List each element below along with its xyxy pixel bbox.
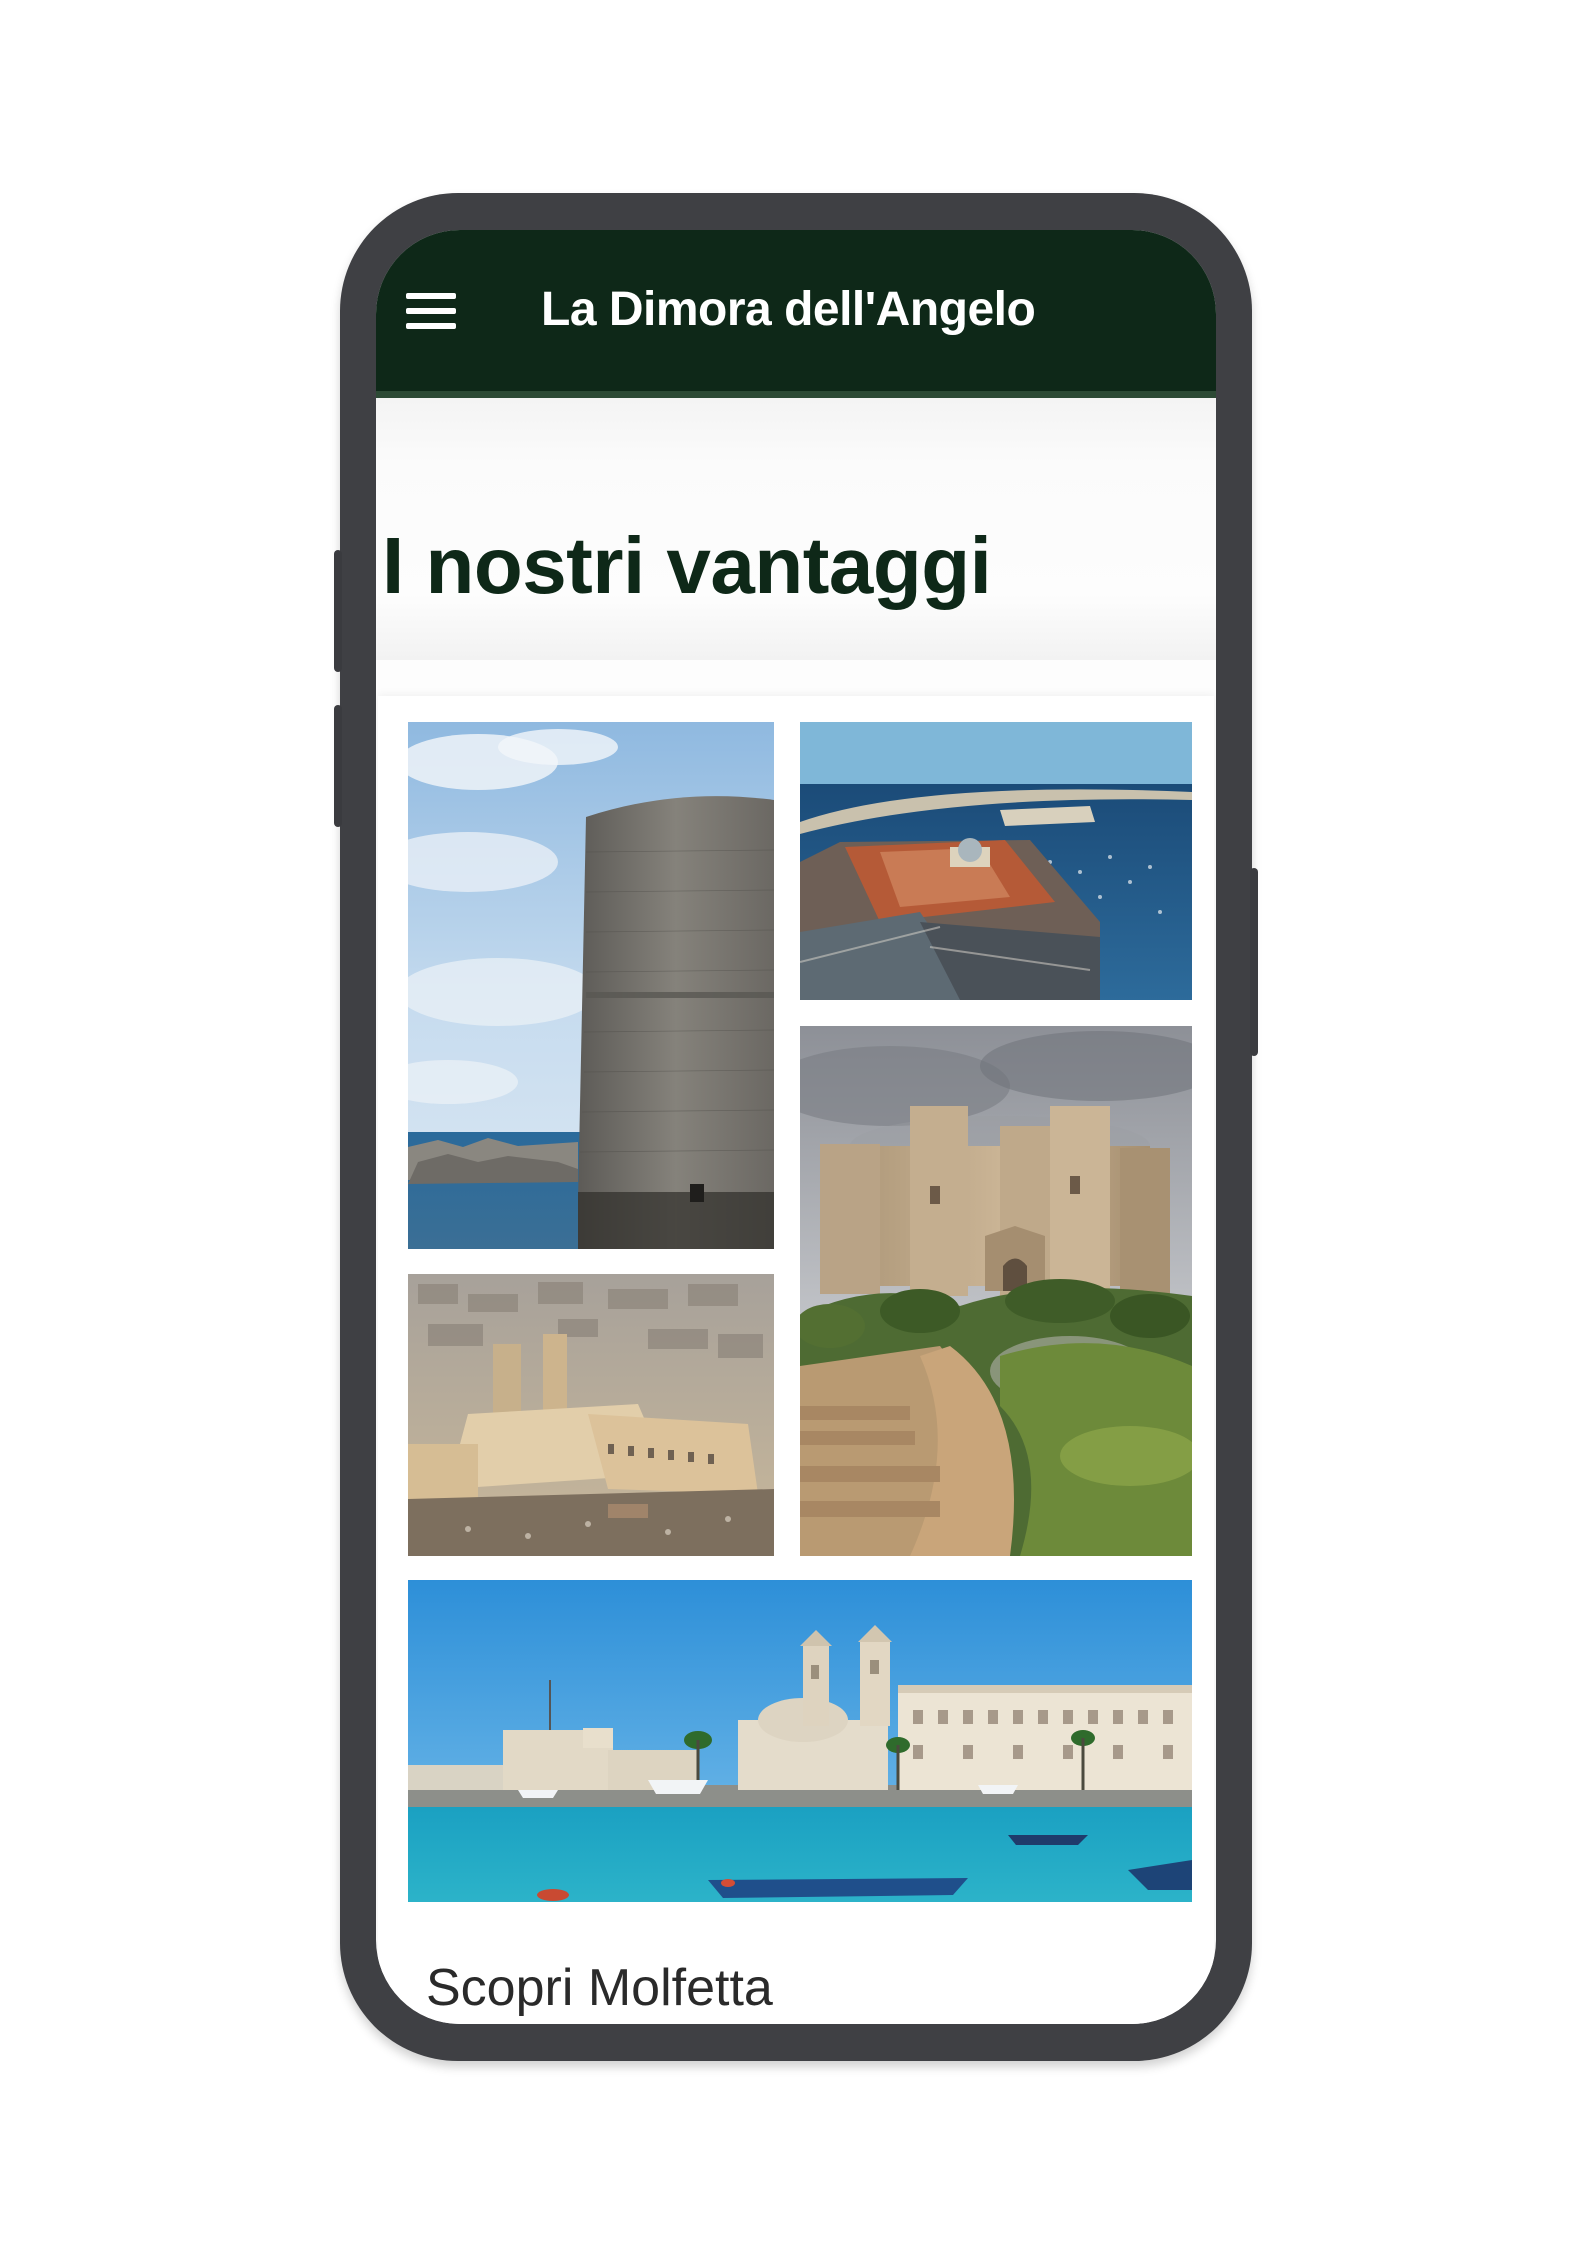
phone-screen: La Dimora dell'Angelo I nostri vantaggi xyxy=(376,230,1216,2024)
gallery-photo-castle[interactable] xyxy=(800,1026,1192,1556)
page-title: I nostri vantaggi xyxy=(382,521,992,610)
harbour-panorama-image xyxy=(408,1580,1192,1902)
gallery-photo-harbour-aerial[interactable] xyxy=(800,722,1192,1000)
tower-photo-image xyxy=(408,722,774,1249)
gallery-card xyxy=(378,696,1214,2024)
section-title-discover: Scopri Molfetta xyxy=(426,1959,773,2017)
phone-side-button-left-1 xyxy=(334,550,342,672)
app-bar: La Dimora dell'Angelo xyxy=(376,230,1216,398)
app-title: La Dimora dell'Angelo xyxy=(541,283,1036,336)
gallery-photo-tower[interactable] xyxy=(408,722,774,1249)
harbour-aerial-image xyxy=(800,722,1192,1000)
phone-side-button-left-2 xyxy=(334,705,342,827)
hamburger-menu-icon[interactable] xyxy=(406,293,458,331)
castle-photo-image xyxy=(800,1026,1192,1556)
gallery-photo-harbour-panorama[interactable] xyxy=(408,1580,1192,1902)
gallery-photo-old-town[interactable] xyxy=(408,1274,774,1556)
old-town-image xyxy=(408,1274,774,1556)
page-canvas: La Dimora dell'Angelo I nostri vantaggi xyxy=(0,0,1587,2245)
phone-side-button-right xyxy=(1250,868,1258,1056)
